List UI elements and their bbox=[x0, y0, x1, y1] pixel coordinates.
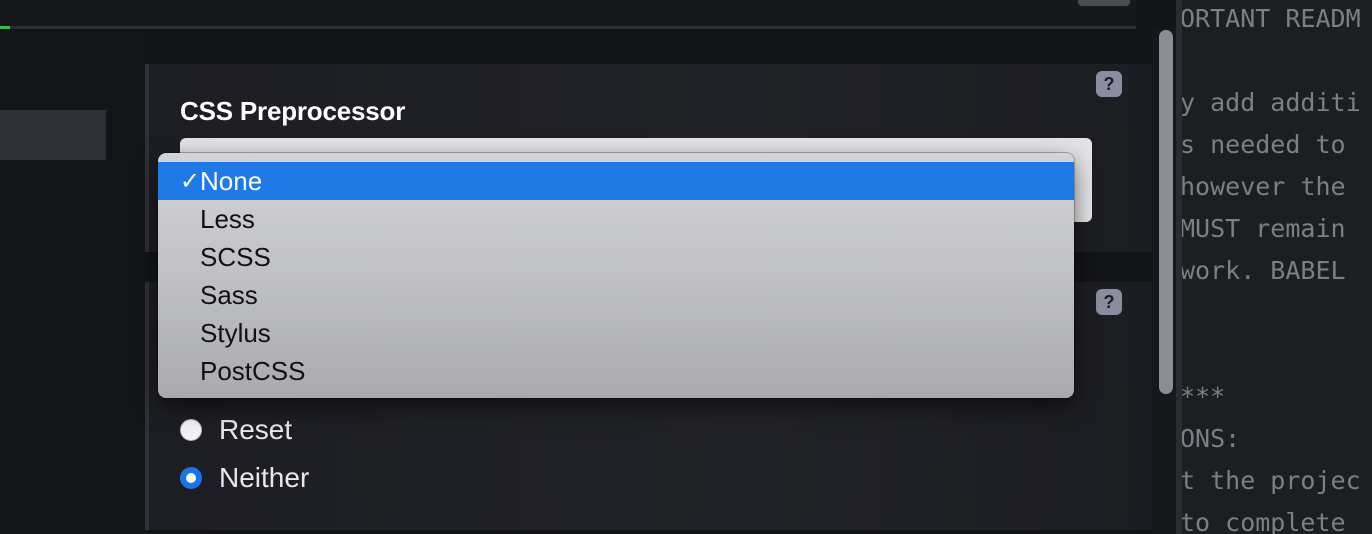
dropdown-option-less[interactable]: Less bbox=[158, 200, 1074, 238]
radio-label: Neither bbox=[219, 462, 310, 493]
left-sidebar bbox=[0, 30, 145, 534]
radio-button[interactable] bbox=[180, 419, 202, 441]
dropdown-option-scss[interactable]: SCSS bbox=[158, 238, 1074, 276]
dropdown-option-sass[interactable]: Sass bbox=[158, 276, 1074, 314]
css-preprocessor-label: CSS Preprocessor bbox=[180, 96, 406, 126]
radio-button-checked[interactable] bbox=[180, 467, 202, 489]
option-label: Sass bbox=[200, 279, 258, 310]
option-label: PostCSS bbox=[200, 355, 306, 386]
code-line: t the projec bbox=[1182, 466, 1361, 495]
code-line: ONS: bbox=[1182, 424, 1241, 453]
code-line: *** bbox=[1182, 382, 1226, 411]
code-line: work. BABEL bbox=[1182, 256, 1346, 285]
help-icon[interactable]: ? bbox=[1096, 71, 1122, 97]
top-bar bbox=[0, 0, 1136, 28]
option-label: None bbox=[200, 165, 263, 196]
progress-track bbox=[0, 26, 1136, 29]
dropdown-option-stylus[interactable]: Stylus bbox=[158, 314, 1074, 352]
option-label: SCSS bbox=[200, 241, 271, 272]
radio-option-reset[interactable]: Reset bbox=[180, 414, 292, 446]
css-preprocessor-dropdown-menu: ✓ None Less SCSS Sass Stylus PostCSS bbox=[158, 153, 1074, 398]
option-label: Stylus bbox=[200, 317, 271, 348]
dropdown-option-postcss[interactable]: PostCSS bbox=[158, 352, 1074, 390]
dropdown-option-none[interactable]: ✓ None bbox=[158, 162, 1074, 200]
progress-indicator bbox=[0, 26, 10, 29]
radio-option-neither[interactable]: Neither bbox=[180, 462, 309, 494]
code-line: to complete bbox=[1182, 508, 1346, 534]
code-editor-pane[interactable]: ORTANT READM y add additi s needed to ho… bbox=[1182, 0, 1372, 534]
code-line: however the bbox=[1182, 172, 1346, 201]
code-line: MUST remain bbox=[1182, 214, 1346, 243]
top-button[interactable] bbox=[1078, 0, 1130, 6]
radio-label: Reset bbox=[219, 414, 293, 445]
code-line: y add additi bbox=[1182, 88, 1361, 117]
help-icon[interactable]: ? bbox=[1096, 289, 1122, 315]
checkmark-icon: ✓ bbox=[179, 167, 200, 195]
code-line: ORTANT READM bbox=[1182, 4, 1361, 33]
sidebar-item-active[interactable] bbox=[0, 110, 106, 160]
option-label: Less bbox=[200, 203, 255, 234]
scrollbar-thumb[interactable] bbox=[1159, 30, 1173, 394]
code-line: s needed to bbox=[1182, 130, 1346, 159]
